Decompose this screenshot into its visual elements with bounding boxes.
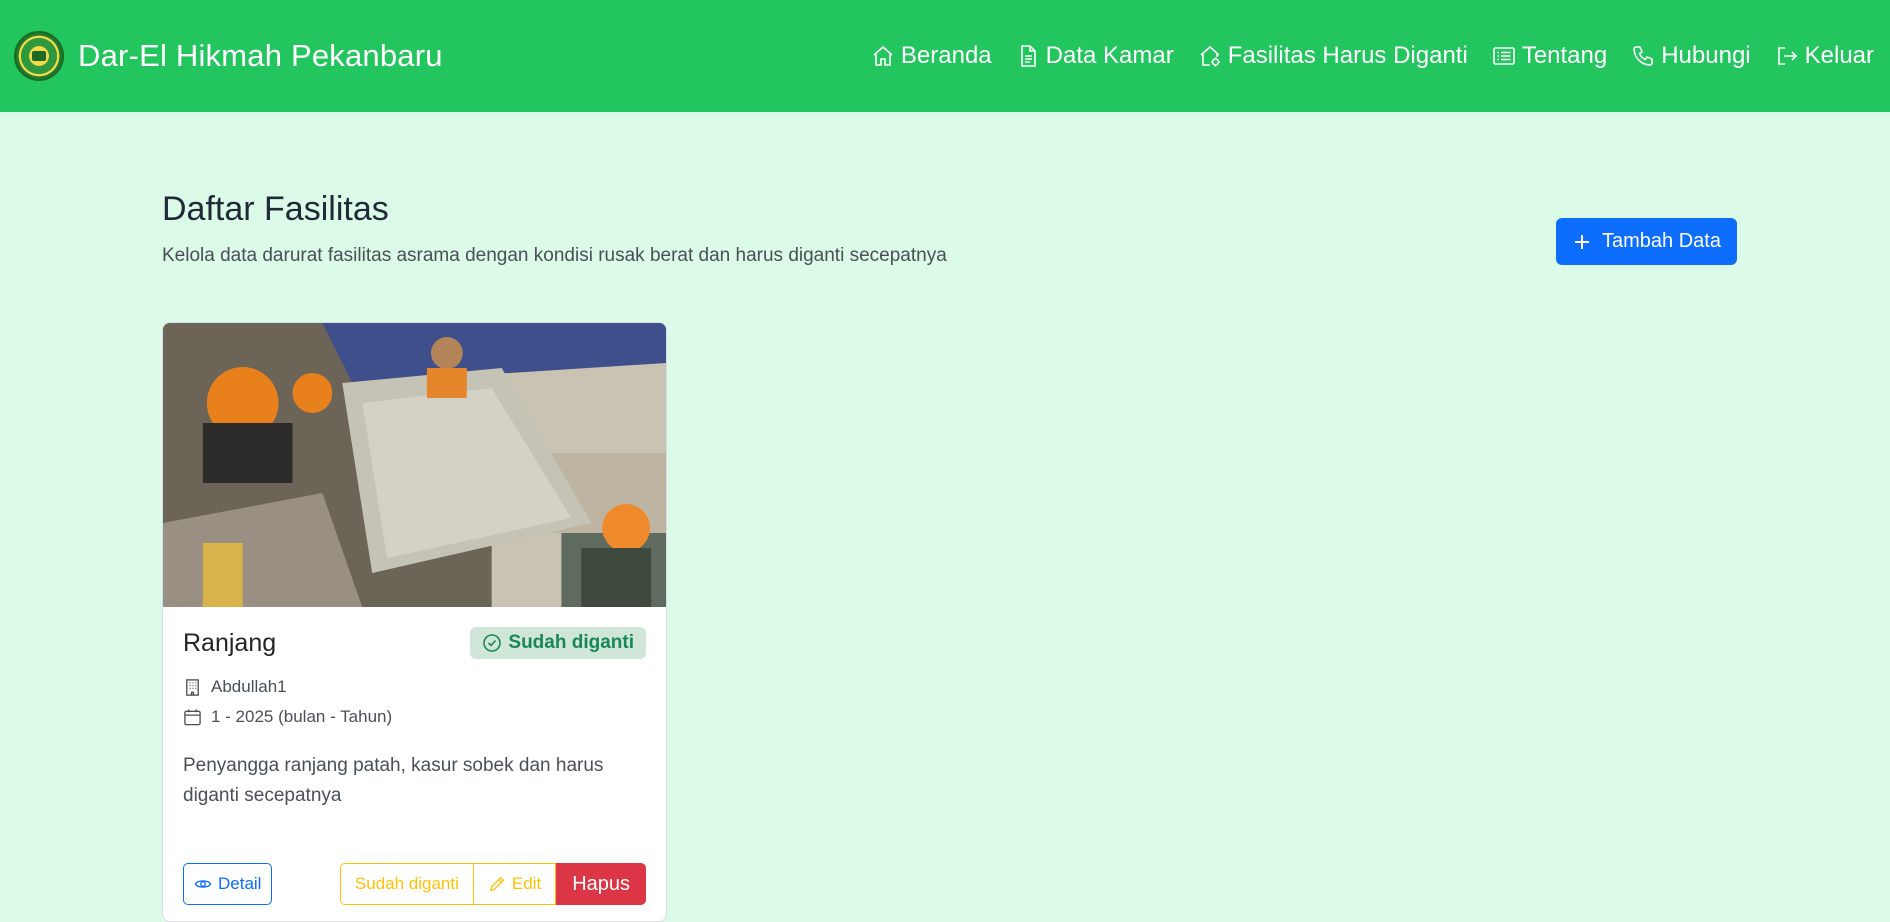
action-button-group: Sudah diganti Edit Hapus <box>339 863 646 905</box>
edit-button[interactable]: Edit <box>473 863 557 905</box>
add-data-label: Tambah Data <box>1602 230 1721 252</box>
period-info: 1 - 2025 (bulan - Tahun) <box>183 707 646 727</box>
nav-item-label: Hubungi <box>1661 42 1751 69</box>
brand-title: Dar-El Hikmah Pekanbaru <box>78 38 443 73</box>
card-actions: Detail Sudah diganti Edit Hapus <box>183 863 646 905</box>
eye-icon <box>194 880 212 888</box>
nav-item-data-kamar[interactable]: Data Kamar <box>1016 42 1174 70</box>
card-header: Ranjang Sudah diganti <box>183 627 646 659</box>
nav-item-label: Data Kamar <box>1045 42 1174 69</box>
detail-label: Detail <box>218 874 262 893</box>
logo <box>14 31 64 81</box>
calendar-icon <box>184 708 201 725</box>
delete-label: Hapus <box>572 872 630 895</box>
detail-button[interactable]: Detail <box>183 863 273 905</box>
page-header: Daftar Fasilitas Kelola data darurat fas… <box>162 190 1737 267</box>
nav-item-label: Tentang <box>1521 42 1608 69</box>
nav-item-label: Beranda <box>900 42 992 69</box>
nav-item-fasilitas[interactable]: Fasilitas Harus Diganti <box>1198 42 1468 70</box>
home-icon <box>873 45 893 66</box>
status-badge: Sudah diganti <box>470 627 646 659</box>
status-badge-label: Sudah diganti <box>508 632 634 653</box>
room-name: Abdullah1 <box>211 677 287 696</box>
card-title: Ranjang <box>183 628 277 657</box>
mark-replaced-label: Sudah diganti <box>354 874 459 893</box>
facility-card: Ranjang Sudah diganti Abdullah1 1 - 2025… <box>162 322 667 922</box>
card-description: Penyangga ranjang patah, kasur sobek dan… <box>183 755 604 806</box>
room-info: Abdullah1 <box>183 677 646 697</box>
plus-icon <box>1575 234 1590 249</box>
card-body: Ranjang Sudah diganti Abdullah1 1 - 2025… <box>163 607 666 811</box>
nav-item-tentang[interactable]: Tentang <box>1492 42 1607 70</box>
period-value: 1 - 2025 (bulan - Tahun) <box>211 707 393 726</box>
list-icon <box>1493 47 1515 65</box>
nav-item-hubungi[interactable]: Hubungi <box>1631 42 1751 70</box>
delete-button[interactable]: Hapus <box>556 863 646 905</box>
page-title: Daftar Fasilitas <box>162 190 389 228</box>
brand[interactable]: Dar-El Hikmah Pekanbaru <box>14 31 443 81</box>
facility-photo <box>163 323 666 607</box>
building-icon <box>186 678 199 696</box>
logout-icon <box>1777 47 1797 65</box>
page-subtitle: Kelola data darurat fasilitas asrama den… <box>162 245 947 266</box>
add-data-button[interactable]: Tambah Data <box>1556 218 1737 265</box>
phone-icon <box>1633 46 1654 66</box>
navbar: Dar-El Hikmah Pekanbaru Beranda Data Kam… <box>0 0 1890 112</box>
edit-label: Edit <box>511 874 542 893</box>
mark-replaced-button[interactable]: Sudah diganti <box>339 863 474 905</box>
nav-item-keluar[interactable]: Keluar <box>1775 42 1874 70</box>
nav-item-label: Keluar <box>1804 42 1874 69</box>
nav-item-beranda[interactable]: Beranda <box>871 42 992 70</box>
document-icon <box>1020 45 1036 67</box>
pencil-icon <box>489 876 505 892</box>
nav-item-label: Fasilitas Harus Diganti <box>1227 42 1468 69</box>
nav-menu: Beranda Data Kamar Fasilitas Harus Digan… <box>871 42 1874 70</box>
house-gear-icon <box>1200 45 1220 67</box>
check-circle-icon <box>483 634 502 652</box>
